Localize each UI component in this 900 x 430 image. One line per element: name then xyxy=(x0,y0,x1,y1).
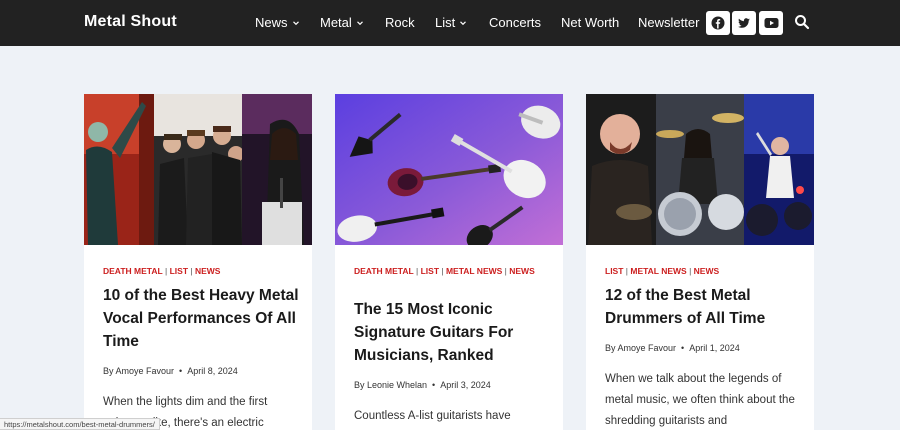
nav-item-metal[interactable]: Metal xyxy=(320,15,364,30)
article-author[interactable]: By Amoye Favour xyxy=(605,343,676,353)
chevron-down-icon xyxy=(460,20,467,25)
twitter-button[interactable] xyxy=(732,11,756,35)
article-image-guitars[interactable] xyxy=(335,94,563,245)
category-link[interactable]: LIST xyxy=(170,266,188,276)
youtube-icon xyxy=(764,18,778,28)
article-date: April 3, 2024 xyxy=(440,380,491,390)
nav-label: Metal xyxy=(320,15,352,30)
category-link[interactable]: DEATH METAL xyxy=(354,266,414,276)
category-link[interactable]: DEATH METAL xyxy=(103,266,163,276)
category-link[interactable]: NEWS xyxy=(509,266,535,276)
nav-item-concerts[interactable]: Concerts xyxy=(489,15,541,30)
nav-label: Net Worth xyxy=(561,15,620,30)
guitars-collage-image xyxy=(335,94,563,245)
article-categories: DEATH METAL | LIST | METAL NEWS | NEWS xyxy=(354,266,535,276)
nav-label: Concerts xyxy=(489,15,542,30)
nav-item-rock[interactable]: Rock xyxy=(385,15,415,30)
article-meta: By Amoye Favour • April 1, 2024 xyxy=(605,343,740,353)
article-card[interactable]: LIST | METAL NEWS | NEWS 12 of the Best … xyxy=(586,94,814,430)
category-link[interactable]: LIST xyxy=(421,266,439,276)
facebook-button[interactable] xyxy=(706,11,730,35)
article-image-drummers[interactable] xyxy=(586,94,814,245)
site-logo[interactable]: Metal Shout xyxy=(84,13,177,31)
chevron-down-icon xyxy=(292,20,299,25)
article-card[interactable]: DEATH METAL | LIST | NEWS 10 of the Best… xyxy=(84,94,312,430)
article-card[interactable]: DEATH METAL | LIST | METAL NEWS | NEWS T… xyxy=(335,94,563,430)
category-link[interactable]: METAL NEWS xyxy=(630,266,686,276)
article-date: April 8, 2024 xyxy=(187,366,238,376)
site-header: Metal Shout News Metal Rock List Concert… xyxy=(0,0,900,46)
category-link[interactable]: NEWS xyxy=(694,266,720,276)
article-meta: By Amoye Favour • April 8, 2024 xyxy=(103,366,238,376)
nav-label: Newsletter xyxy=(638,15,700,30)
category-link[interactable]: METAL NEWS xyxy=(446,266,502,276)
chevron-down-icon xyxy=(356,20,363,25)
article-meta: By Leonie Whelan • April 3, 2024 xyxy=(354,380,491,390)
facebook-icon xyxy=(711,16,725,30)
nav-item-newsletter[interactable]: Newsletter xyxy=(638,15,699,30)
article-categories: DEATH METAL | LIST | NEWS xyxy=(103,266,221,276)
youtube-button[interactable] xyxy=(759,11,783,35)
article-excerpt: Countless A-list guitarists have xyxy=(354,410,511,422)
article-author[interactable]: By Amoye Favour xyxy=(103,366,174,376)
article-date: April 1, 2024 xyxy=(689,343,740,353)
category-link[interactable]: LIST xyxy=(605,266,623,276)
article-categories: LIST | METAL NEWS | NEWS xyxy=(605,266,720,276)
status-bar-url: https://metalshout.com/best-metal-drumme… xyxy=(0,418,160,430)
article-title[interactable]: 10 of the Best Heavy Metal Vocal Perform… xyxy=(103,284,303,353)
nav-label: Rock xyxy=(385,15,415,30)
nav-item-news[interactable]: News xyxy=(255,15,300,30)
article-title[interactable]: 12 of the Best Metal Drummers of All Tim… xyxy=(605,284,805,330)
article-title[interactable]: The 15 Most Iconic Signature Guitars For… xyxy=(354,298,554,367)
drummers-collage-image xyxy=(586,94,814,245)
twitter-icon xyxy=(738,18,750,28)
nav-item-net-worth[interactable]: Net Worth xyxy=(561,15,619,30)
nav-label: News xyxy=(255,15,288,30)
article-author[interactable]: By Leonie Whelan xyxy=(354,380,427,390)
category-link[interactable]: NEWS xyxy=(195,266,221,276)
nav-item-list[interactable]: List xyxy=(435,15,467,30)
article-excerpt: When we talk about the legends of metal … xyxy=(605,373,795,427)
search-icon[interactable] xyxy=(794,14,810,30)
vocalists-collage-image xyxy=(84,94,312,245)
nav-label: List xyxy=(435,15,456,30)
article-image-vocalists[interactable] xyxy=(84,94,312,245)
